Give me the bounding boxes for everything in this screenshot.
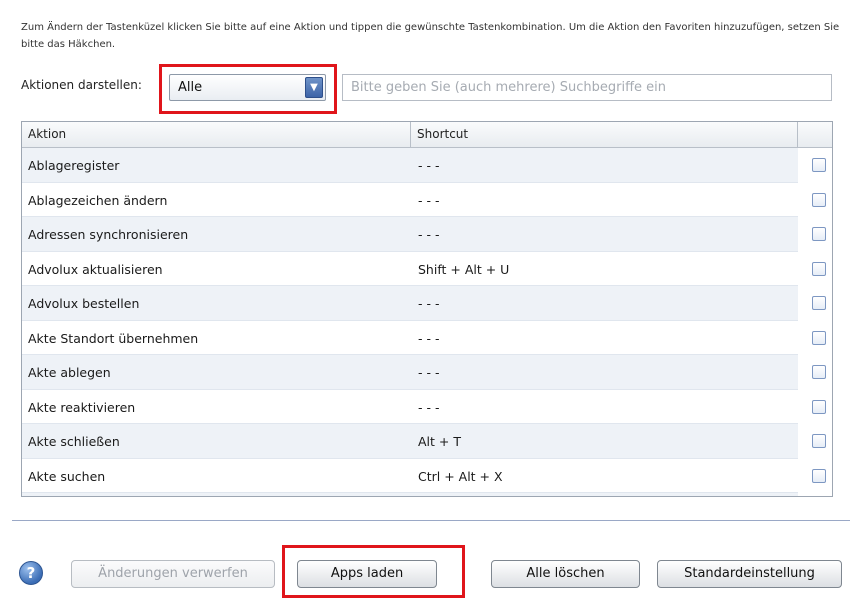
favorite-checkbox[interactable] [812,468,826,483]
column-header-favorite[interactable] [798,122,832,147]
favorite-checkbox[interactable] [812,192,826,207]
favorite-checkbox[interactable] [812,261,826,276]
clear-all-button[interactable]: Alle löschen [491,560,640,588]
table-row[interactable]: Ablageregister - - - [22,148,826,183]
action-cell: Akte suchen [28,468,106,484]
shortcut-table: Aktion Shortcut Ablageregister - - - Abl… [21,121,833,497]
defaults-button[interactable]: Standardeinstellung [657,560,842,588]
table-header: Aktion Shortcut [22,122,832,148]
favorite-checkbox[interactable] [812,434,826,448]
favorite-checkbox[interactable] [812,330,826,345]
shortcut-cell[interactable]: - - - [418,227,439,242]
shortcut-cell[interactable]: - - - [418,365,439,380]
shortcut-cell[interactable]: Shift + Alt + U [418,262,509,277]
table-body: Ablageregister - - - Ablagezeichen änder… [22,148,826,496]
table-row[interactable]: Advolux bestellen - - - [22,286,826,321]
table-row[interactable]: Adressen synchronisieren - - - [22,217,826,252]
action-cell: Adressen synchronisieren [28,227,189,242]
shortcut-cell[interactable]: Alt + T [418,434,461,449]
favorite-checkbox[interactable] [812,296,826,310]
action-cell: Akte reaktivieren [28,399,136,415]
shortcut-cell[interactable]: - - - [418,158,439,173]
column-header-action[interactable]: Aktion [22,122,410,147]
column-header-shortcut[interactable]: Shortcut [411,122,797,147]
load-apps-button[interactable]: Apps laden [297,560,437,588]
divider [12,520,850,521]
action-cell: Akte schließen [28,434,120,449]
instructions-text: Zum Ändern der Tastenküzel klicken Sie b… [21,22,840,50]
filter-label: Aktionen darstellen: [21,78,142,92]
favorite-checkbox[interactable] [812,399,826,414]
table-row[interactable]: Akte Standort übernehmen - - - [22,320,826,355]
favorite-checkbox[interactable] [812,227,826,241]
table-row[interactable]: Akte reaktivieren - - - [22,389,826,424]
help-icon[interactable]: ? [19,561,43,585]
table-row[interactable]: Akte schließen Alt + T [22,424,826,459]
favorite-checkbox[interactable] [812,365,826,379]
table-row[interactable]: Akte suchen Ctrl + Alt + X [22,458,826,493]
shortcut-cell[interactable]: - - - [418,400,439,415]
table-row[interactable]: Ablagezeichen ändern - - - [22,182,826,217]
action-cell: Ablagezeichen ändern [28,192,168,208]
shortcut-cell[interactable]: - - - [418,296,439,311]
action-cell: Akte ablegen [28,365,111,380]
favorite-checkbox[interactable] [812,158,826,172]
search-input[interactable] [342,74,832,101]
action-cell: Ablageregister [28,158,120,173]
table-row[interactable]: Advolux aktualisieren Shift + Alt + U [22,251,826,286]
shortcut-cell[interactable]: - - - [418,331,439,346]
action-cell: Advolux aktualisieren [28,261,163,277]
dropdown-arrow-icon[interactable]: ▼ [305,77,323,98]
table-row[interactable] [22,493,798,496]
shortcut-cell[interactable]: - - - [418,193,439,208]
table-row[interactable]: Akte ablegen - - - [22,355,826,390]
discard-changes-button[interactable]: Änderungen verwerfen [71,560,275,588]
action-cell: Akte Standort übernehmen [28,330,199,346]
action-filter-value: Alle [178,80,203,95]
action-filter-select[interactable]: Alle ▼ [169,74,326,101]
action-cell: Advolux bestellen [28,296,140,311]
shortcut-cell[interactable]: Ctrl + Alt + X [418,469,503,484]
